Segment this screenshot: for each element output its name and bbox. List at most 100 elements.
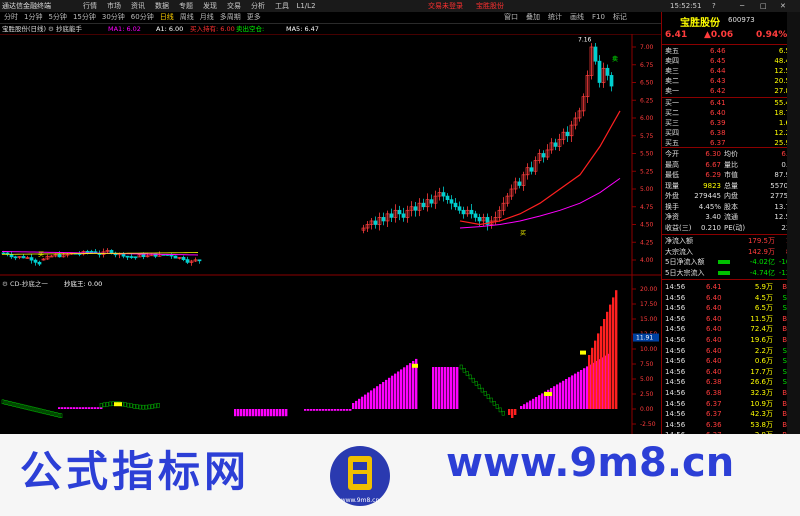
tick-row[interactable]: 14:56 6.40 2.2万 S — [664, 346, 799, 356]
tick-volume: 19.6万 — [750, 336, 773, 344]
menu-item[interactable]: 工具 — [270, 0, 294, 12]
period-tab[interactable]: 分时 — [4, 12, 18, 23]
chart-tool-button[interactable]: 画线 — [570, 12, 584, 23]
maximize-icon[interactable]: □ — [760, 0, 767, 12]
indicator-step — [53, 412, 57, 417]
candle — [397, 205, 402, 221]
tick-row[interactable]: 14:56 6.38 32.3万 B — [664, 388, 799, 398]
candle-body — [185, 259, 190, 263]
tick-price: 6.40 — [706, 357, 722, 366]
stat-label: 总量 — [724, 181, 738, 190]
menu-item[interactable]: 发现 — [198, 0, 222, 12]
stat-label: 市值 — [724, 171, 738, 179]
candle-body — [109, 250, 114, 254]
candle — [445, 193, 450, 204]
tick-row[interactable]: 14:56 6.40 11.5万 B — [664, 314, 799, 324]
tick-row[interactable]: 14:56 6.40 17.7万 S — [664, 367, 799, 377]
tick-row[interactable]: 14:56 6.40 4.5万 S — [664, 293, 799, 303]
order-level-label: 卖五 — [665, 47, 679, 55]
sell-empty-value: 卖出空仓: — [236, 25, 265, 33]
flow-row: 5日大宗流入-4.74亿-12% — [664, 268, 799, 278]
candle-body — [197, 259, 202, 262]
histogram-bar — [279, 409, 282, 417]
chart-tool-button[interactable]: 窗口 — [504, 12, 518, 23]
current-stock-tip[interactable]: 宝胜股份 — [476, 0, 504, 12]
period-tab[interactable]: 更多 — [247, 12, 261, 23]
tick-row[interactable]: 14:56 6.37 10.9万 B — [664, 399, 799, 409]
chart-tool-button[interactable]: 叠加 — [526, 12, 540, 23]
order-book-row[interactable]: 卖五6.466.5万 — [664, 46, 799, 56]
tick-row[interactable]: 14:56 6.36 53.8万 B — [664, 420, 799, 430]
flow-label: 5日大宗流入 — [665, 268, 705, 277]
menu-item[interactable]: 分析 — [246, 0, 270, 12]
histogram-bar — [535, 397, 538, 409]
indicator-step — [156, 403, 160, 408]
minimize-icon[interactable]: ─ — [740, 0, 744, 12]
order-book-row[interactable]: 买一 6.41 55.4万 — [664, 98, 799, 108]
histogram-bar — [591, 347, 594, 409]
indicator-step — [31, 406, 35, 412]
order-book-row[interactable]: 买四 6.38 12.2万 — [664, 128, 799, 138]
period-tab[interactable]: 30分钟 — [102, 12, 125, 23]
histogram-bar — [313, 409, 316, 411]
chart-area[interactable]: 7.16买买卖 7.006.756.506.256.005.755.505.25… — [0, 34, 661, 434]
chart-tool-button[interactable]: 统计 — [548, 12, 562, 23]
menu-item[interactable]: 专题 — [174, 0, 198, 12]
period-tab[interactable]: 月线 — [200, 12, 214, 23]
help-icon[interactable]: ? — [712, 0, 716, 12]
period-tab[interactable]: 周线 — [180, 12, 194, 23]
sell-signal-label: 卖 — [612, 56, 618, 63]
menu-item[interactable]: 交易 — [222, 0, 246, 12]
tick-price: 6.40 — [706, 314, 722, 323]
order-book-row[interactable]: 卖一 6.42 27.8万 — [664, 86, 799, 96]
period-tab[interactable]: 1分钟 — [24, 12, 42, 23]
tick-row[interactable]: 14:56 6.40 19.6万 B — [664, 335, 799, 345]
tick-row[interactable]: 14:56 6.37 42.3万 B — [664, 409, 799, 419]
order-book-row[interactable]: 卖四 6.45 48.4万 — [664, 56, 799, 66]
order-book-row[interactable]: 买三6.391.6万 — [664, 118, 799, 128]
tick-row[interactable]: 14:56 6.40 72.4万 B — [664, 324, 799, 334]
main-indicator-name[interactable]: 抄底能手 — [56, 24, 82, 34]
histogram-bar — [82, 407, 85, 409]
order-level-label: 卖三 — [665, 67, 679, 75]
period-tab[interactable]: 日线 — [160, 12, 174, 23]
menu-item[interactable]: 市场 — [102, 0, 126, 12]
menu-item[interactable]: 资讯 — [126, 0, 150, 12]
period-tab[interactable]: 15分钟 — [73, 12, 96, 23]
menu-item[interactable]: 数据 — [150, 0, 174, 12]
order-book-row[interactable]: 卖二 6.43 20.5万 — [664, 76, 799, 86]
candle — [361, 224, 366, 234]
tick-row[interactable]: 14:56 6.40 6.5万 S — [664, 303, 799, 313]
divider — [662, 44, 800, 45]
a1-value: A1: 6.00 — [156, 25, 184, 33]
histogram-bar — [94, 407, 97, 409]
histogram-bar — [246, 409, 249, 417]
stat-row: 换手 4.45% 股本 13.7亿 — [664, 202, 799, 212]
gear-icon[interactable]: ⚙ — [48, 24, 54, 34]
indicator-step — [144, 404, 148, 410]
gear-icon[interactable]: ⚙ — [2, 279, 8, 289]
tick-row[interactable]: 14:56 6.41 5.9万 B — [664, 282, 799, 292]
indicator-step — [141, 404, 145, 410]
menu-item[interactable]: L1/L2 — [294, 0, 318, 12]
candle — [401, 207, 406, 222]
period-tab[interactable]: 多周期 — [220, 12, 241, 23]
tick-row[interactable]: 14:56 6.40 0.6万 S — [664, 356, 799, 366]
histogram-bar — [249, 409, 252, 417]
trade-login-status[interactable]: 交易未登录 — [428, 0, 463, 12]
indicator-step — [51, 411, 55, 417]
order-book-row[interactable]: 卖三 6.44 12.5万 — [664, 66, 799, 76]
order-book-row[interactable]: 买二 6.40 18.7万 — [664, 108, 799, 118]
chart-tool-button[interactable]: F10 — [592, 12, 605, 23]
menu-item[interactable]: 行情 — [78, 0, 102, 12]
candle-body — [89, 251, 94, 253]
period-tab[interactable]: 60分钟 — [131, 12, 154, 23]
sub-indicator-name[interactable]: CD-抄底之一 — [10, 279, 48, 289]
tick-row[interactable]: 14:56 6.38 26.6万 S — [664, 377, 799, 387]
period-tab[interactable]: 5分钟 — [48, 12, 66, 23]
chart-tool-button[interactable]: 标记 — [613, 12, 627, 23]
close-icon[interactable]: ✕ — [780, 0, 786, 12]
histogram-bar — [615, 290, 618, 409]
candle-body — [413, 206, 418, 211]
flow-value: 179.5万 — [747, 237, 775, 245]
